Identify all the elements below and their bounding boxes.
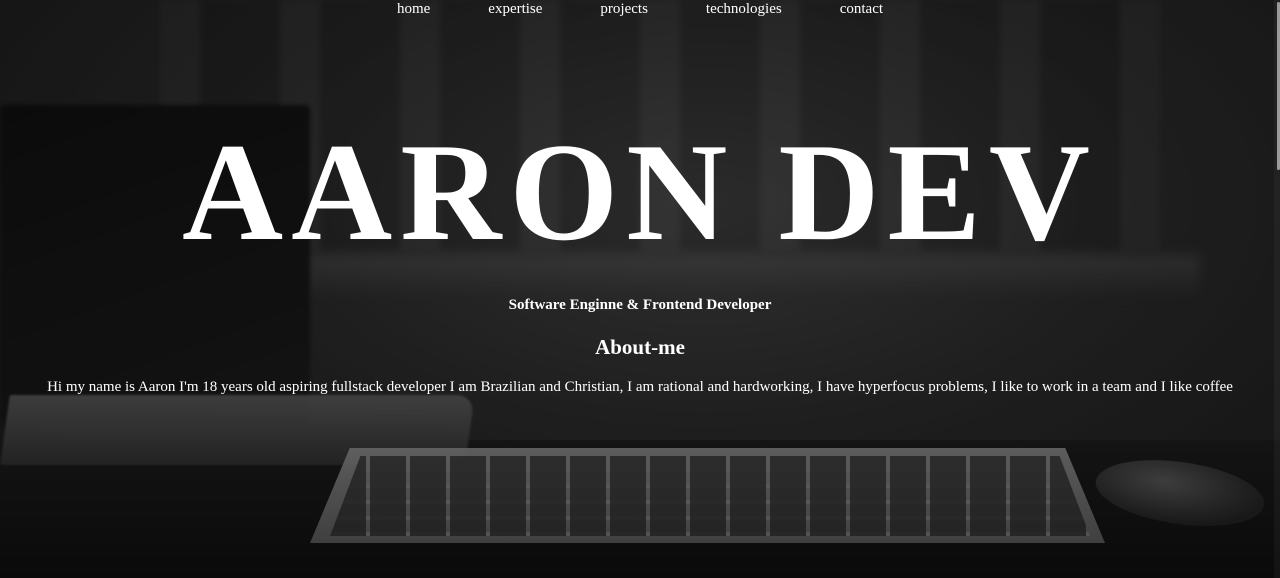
- nav-link-expertise[interactable]: expertise: [459, 0, 571, 20]
- background-dark-overlay: [0, 0, 1280, 578]
- hero-subtitle: Software Enginne & Frontend Developer: [508, 297, 772, 313]
- about-heading: About-me: [595, 335, 685, 359]
- main-nav: home expertise projects technologies con…: [0, 0, 1280, 20]
- nav-link-technologies[interactable]: technologies: [677, 0, 811, 20]
- nav-link-contact[interactable]: contact: [811, 0, 912, 20]
- page-scrollbar[interactable]: [1274, 0, 1280, 578]
- nav-link-home[interactable]: home: [368, 0, 459, 20]
- page: home expertise projects technologies con…: [0, 0, 1280, 578]
- about-text: Hi my name is Aaron I'm 18 years old asp…: [47, 379, 1233, 395]
- hero-title: AARON DEV: [182, 115, 1098, 270]
- nav-link-projects[interactable]: projects: [571, 0, 676, 20]
